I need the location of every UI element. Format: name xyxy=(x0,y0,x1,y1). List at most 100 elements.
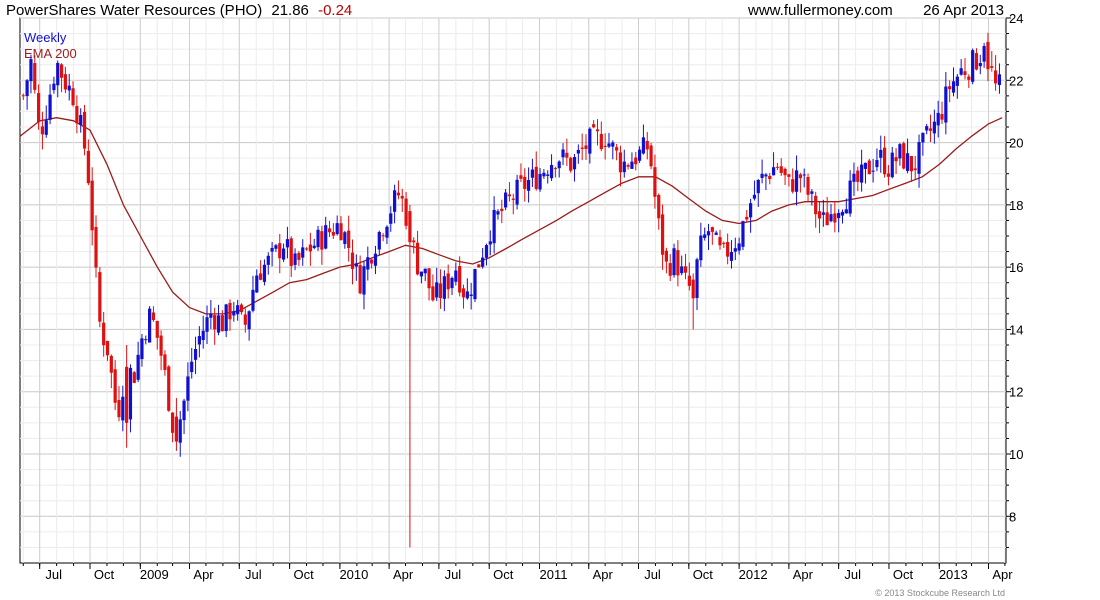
candle-down xyxy=(683,266,688,273)
candle-up xyxy=(484,245,489,258)
candle-up xyxy=(997,74,1002,86)
candle-down xyxy=(167,366,171,411)
x-tick-label: Oct xyxy=(293,567,314,582)
candle-up xyxy=(205,317,209,332)
candle-up xyxy=(890,152,894,178)
y-tick-label: 24 xyxy=(1009,11,1023,26)
candle-up xyxy=(67,85,71,91)
candle-down xyxy=(798,174,802,179)
x-tick-label: Oct xyxy=(893,567,914,582)
candle-down xyxy=(511,198,515,200)
legend-ema: EMA 200 xyxy=(24,46,77,61)
candle-down xyxy=(653,167,657,197)
candle-down xyxy=(779,166,783,173)
candle-up xyxy=(324,225,328,249)
candle-down xyxy=(358,265,362,294)
candle-up xyxy=(144,339,148,341)
candle-up xyxy=(714,232,718,235)
candle-up xyxy=(752,194,757,199)
candle-up xyxy=(178,419,182,443)
candle-up xyxy=(366,257,370,270)
candle-down xyxy=(117,400,121,418)
price-change: -0.24 xyxy=(318,2,352,19)
candle-up xyxy=(454,270,458,282)
candle-down xyxy=(438,283,443,299)
candle-up xyxy=(193,349,198,360)
candle-up xyxy=(695,259,699,298)
x-tick-label: Jul xyxy=(245,567,262,582)
candle-up xyxy=(216,315,221,333)
candle-down xyxy=(745,216,749,220)
candle-up xyxy=(898,144,902,159)
candle-down xyxy=(347,230,351,248)
candle-down xyxy=(948,86,952,90)
candle-up xyxy=(488,241,492,245)
x-tick-label: Apr xyxy=(193,567,214,582)
candle-up xyxy=(377,231,381,250)
candle-up xyxy=(672,248,676,276)
candle-up xyxy=(680,266,684,274)
x-tick-label: 2012 xyxy=(739,567,768,582)
candle-up xyxy=(794,170,799,192)
candle-down xyxy=(894,157,898,162)
candle-down xyxy=(278,243,282,259)
candle-up xyxy=(982,46,986,62)
candle-up xyxy=(557,161,561,169)
candle-up xyxy=(343,232,347,244)
candle-up xyxy=(542,172,546,177)
candle-up xyxy=(285,239,290,248)
candle-down xyxy=(90,180,94,231)
candle-up xyxy=(760,173,764,178)
source-url[interactable]: www.fullermoney.com xyxy=(747,2,893,19)
candle-down xyxy=(660,214,665,255)
candle-up xyxy=(251,289,255,311)
candle-down xyxy=(553,168,557,170)
candle-down xyxy=(886,173,891,177)
candle-up xyxy=(905,153,910,171)
candle-up xyxy=(255,275,259,293)
candle-up xyxy=(810,191,814,194)
candle-down xyxy=(867,160,871,175)
candle-up xyxy=(764,174,768,177)
candle-up xyxy=(354,263,358,267)
candle-up xyxy=(875,160,879,168)
candle-up xyxy=(526,180,531,191)
candle-down xyxy=(220,315,224,332)
candle-down xyxy=(913,168,917,171)
candle-down xyxy=(174,416,179,442)
candle-down xyxy=(82,111,87,149)
candle-down xyxy=(159,335,163,356)
candle-down xyxy=(595,129,600,132)
candle-down xyxy=(856,170,860,182)
candle-up xyxy=(530,169,535,178)
y-tick-label: 10 xyxy=(1009,447,1023,462)
candle-up xyxy=(802,174,806,176)
candle-up xyxy=(389,213,393,224)
candle-up xyxy=(465,291,469,299)
candle-down xyxy=(787,174,791,177)
candle-up xyxy=(140,338,144,360)
candle-up xyxy=(301,247,305,258)
candle-down xyxy=(990,66,994,68)
candle-down xyxy=(370,259,374,264)
candle-down xyxy=(791,179,795,192)
x-tick-label: Oct xyxy=(493,567,514,582)
candle-down xyxy=(519,175,523,179)
candle-up xyxy=(978,63,982,67)
candle-up xyxy=(622,161,626,173)
candle-up xyxy=(860,164,864,183)
candle-down xyxy=(477,264,481,268)
chart-date: 26 Apr 2013 xyxy=(923,2,1004,19)
candle-down xyxy=(350,252,355,269)
y-tick-label: 18 xyxy=(1009,198,1023,213)
candle-down xyxy=(259,273,263,280)
candle-up xyxy=(549,164,554,179)
candle-down xyxy=(615,147,619,151)
candle-down xyxy=(726,241,730,257)
candle-up xyxy=(576,149,580,154)
candle-down xyxy=(105,340,110,356)
candle-up xyxy=(232,311,236,316)
candle-up xyxy=(630,161,634,169)
candle-up xyxy=(821,212,825,215)
candle-up xyxy=(572,157,577,170)
